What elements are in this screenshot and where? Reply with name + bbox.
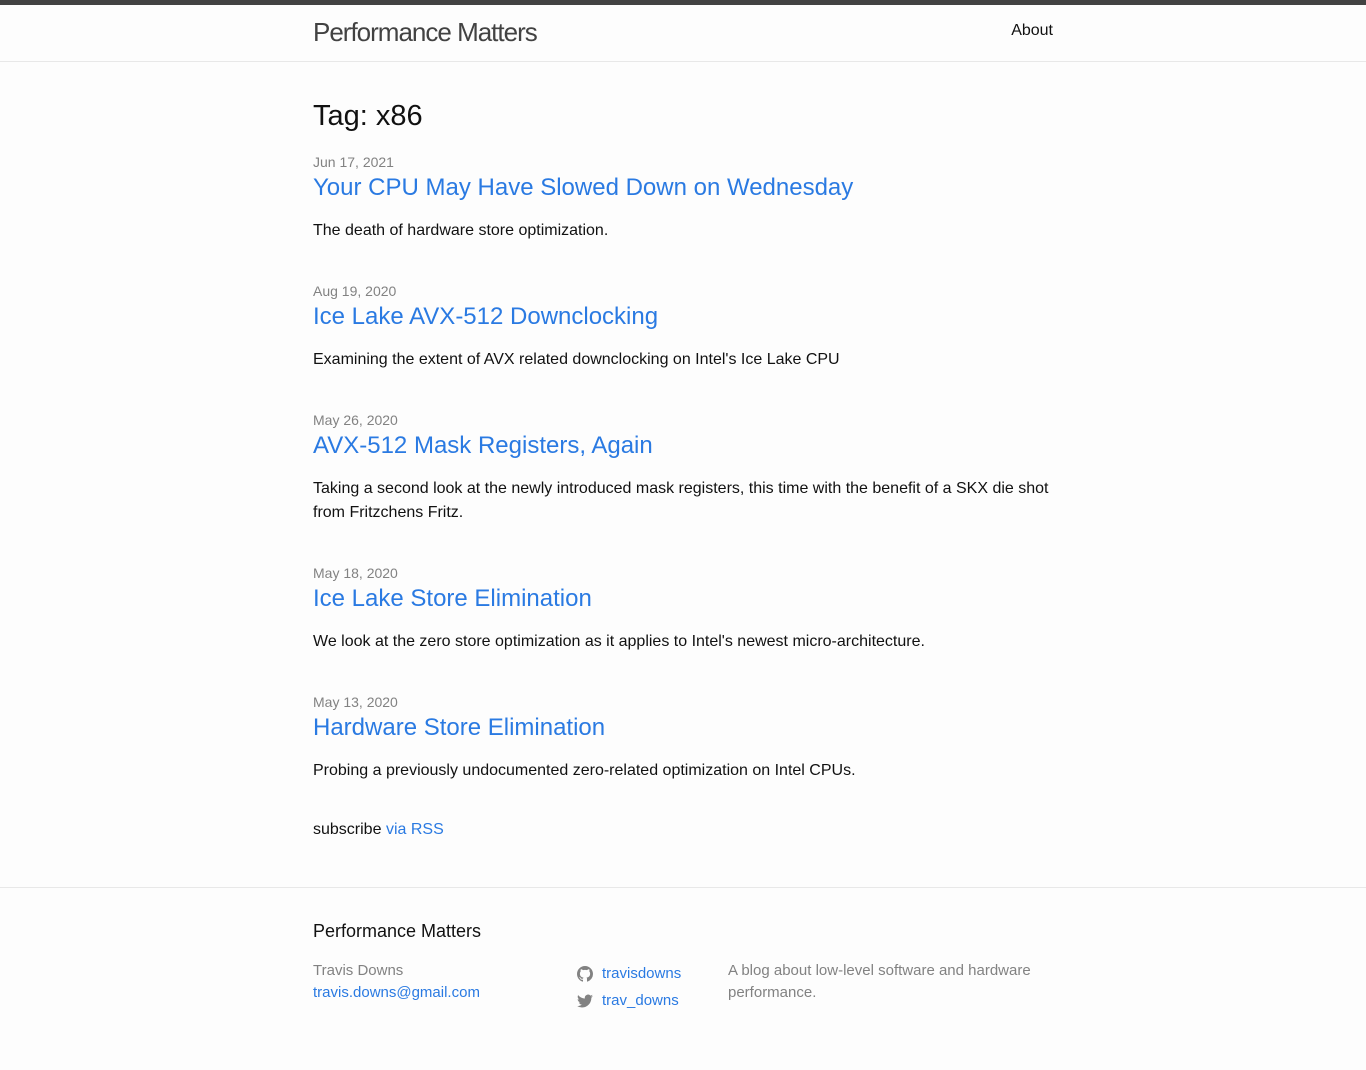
post-title-link[interactable]: AVX-512 Mask Registers, Again (313, 431, 1053, 461)
github-icon (577, 965, 593, 982)
github-link[interactable]: travisdowns (602, 960, 681, 987)
rss-subscribe: subscribe via RSS (313, 818, 444, 842)
post-excerpt: Examining the extent of AVX related down… (313, 351, 840, 368)
footer-contact: Travis Downs travis.downs@gmail.com (313, 960, 480, 1004)
post-item: Aug 19, 2020 Ice Lake AVX-512 Downclocki… (313, 281, 1053, 372)
post-date: May 18, 2020 (313, 565, 398, 581)
site-title[interactable]: Performance Matters (313, 15, 538, 49)
twitter-row: trav_downs (577, 987, 681, 1014)
post-excerpt: Probing a previously undocumented zero-r… (313, 762, 856, 779)
post-excerpt: Taking a second look at the newly introd… (313, 480, 1049, 521)
post-item: Jun 17, 2021 Your CPU May Have Slowed Do… (313, 152, 1053, 243)
author-email-link[interactable]: travis.downs@gmail.com (313, 982, 480, 1004)
post-item: May 13, 2020 Hardware Store Elimination … (313, 692, 1053, 783)
rss-link[interactable]: via RSS (386, 821, 444, 838)
footer-heading: Performance Matters (313, 921, 482, 941)
footer-description: A blog about low-level software and hard… (728, 962, 1031, 1001)
post-title-link[interactable]: Ice Lake AVX-512 Downclocking (313, 302, 1053, 332)
subscribe-label: subscribe (313, 821, 382, 838)
post-item: May 26, 2020 AVX-512 Mask Registers, Aga… (313, 410, 1053, 525)
site-header: Performance Matters About (0, 0, 1366, 62)
post-title-link[interactable]: Your CPU May Have Slowed Down on Wednesd… (313, 173, 1053, 203)
post-item: May 18, 2020 Ice Lake Store Elimination … (313, 563, 1053, 654)
twitter-icon (577, 994, 593, 1007)
post-title-link[interactable]: Hardware Store Elimination (313, 713, 1053, 743)
twitter-link[interactable]: trav_downs (602, 987, 679, 1014)
post-date: Aug 19, 2020 (313, 283, 397, 299)
post-date: May 13, 2020 (313, 694, 398, 710)
github-row: travisdowns (577, 960, 681, 987)
post-date: May 26, 2020 (313, 412, 398, 428)
post-date: Jun 17, 2021 (313, 154, 394, 170)
post-title-link[interactable]: Ice Lake Store Elimination (313, 584, 1053, 614)
author-name: Travis Downs (313, 962, 404, 979)
footer-social: travisdowns trav_downs (577, 960, 681, 1014)
post-excerpt: We look at the zero store optimization a… (313, 633, 925, 650)
page-heading: Tag: x86 (313, 100, 423, 132)
site-footer: Performance Matters Travis Downs travis.… (0, 887, 1366, 1070)
post-excerpt: The death of hardware store optimization… (313, 222, 609, 239)
nav-link-about[interactable]: About (1011, 20, 1053, 42)
